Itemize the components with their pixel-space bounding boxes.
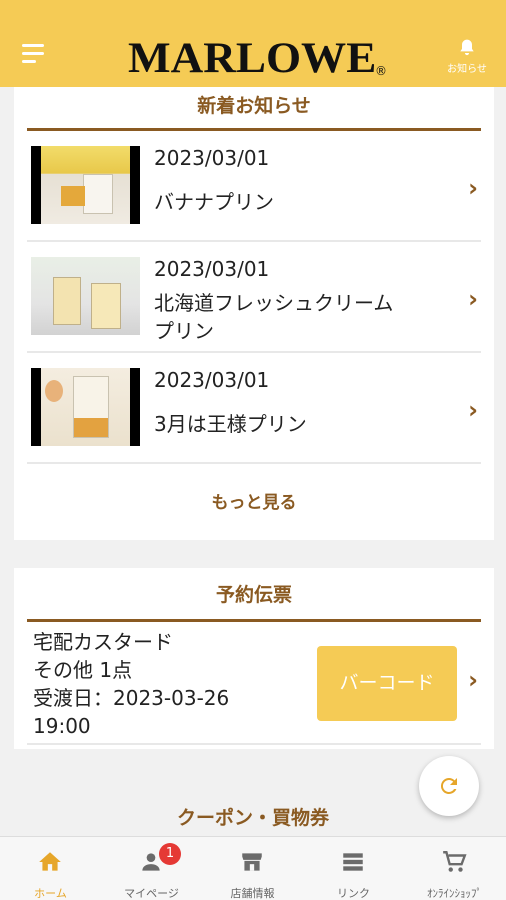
divider	[27, 240, 481, 242]
reservation-bottom-divider	[27, 743, 481, 745]
chevron-right-icon: ›	[468, 396, 478, 424]
news-title-line2: プリン	[154, 319, 214, 343]
reservation-card: 予約伝票 宅配カスタード その他 1点 受渡日：2023-03-26 19:00…	[14, 568, 494, 749]
news-item[interactable]: 2023/03/01 バナナプリン ›	[14, 132, 494, 242]
home-icon	[39, 852, 61, 871]
barcode-button[interactable]: バーコード	[317, 646, 457, 721]
notification-label: お知らせ	[447, 64, 487, 75]
news-thumbnail	[31, 257, 140, 335]
news-title: バナナプリン	[154, 190, 274, 214]
refresh-icon	[440, 778, 457, 794]
reservation-product: 宅配カスタード	[33, 630, 173, 654]
hamburger-line	[22, 52, 44, 55]
notification-badge: 1	[159, 843, 181, 865]
news-thumbnail	[31, 368, 140, 446]
news-item[interactable]: 2023/03/01 北海道フレッシュクリーム プリン ›	[14, 243, 494, 353]
hamburger-icon	[22, 44, 44, 47]
tab-label: リンク	[337, 887, 370, 900]
notification-button[interactable]: お知らせ	[447, 38, 487, 75]
news-item[interactable]: 2023/03/01 3月は王様プリン ›	[14, 354, 494, 464]
brand-logo: MARLOWE	[128, 35, 377, 82]
chevron-right-icon: ›	[468, 285, 478, 313]
news-date: 2023/03/01	[154, 257, 270, 281]
news-card: 新着お知らせ 2023/03/01 バナナプリン › 2023/03/01 北海…	[14, 87, 494, 540]
more-news-link[interactable]: もっと見る	[14, 488, 494, 513]
tab-links[interactable]: リンク	[303, 837, 404, 900]
tab-label: ホーム	[34, 887, 67, 900]
store-icon	[242, 853, 262, 871]
chevron-right-icon: ›	[468, 174, 478, 202]
divider	[27, 462, 481, 464]
list-icon	[343, 853, 363, 871]
news-section-title: 新着お知らせ	[197, 95, 311, 117]
news-date: 2023/03/01	[154, 146, 270, 170]
coupon-section-title: クーポン・買物券	[176, 807, 329, 829]
news-title: 3月は王様プリン	[154, 412, 307, 436]
bottom-tab-bar: ホーム 1 マイページ 店舗情報 リンク ｵﾝﾗｲﾝｼｮｯﾌﾟ	[0, 836, 506, 900]
news-title-rule	[27, 128, 481, 131]
cart-icon	[443, 851, 467, 872]
reservation-title-rule	[27, 619, 481, 622]
news-date: 2023/03/01	[154, 368, 270, 392]
tab-home[interactable]: ホーム	[0, 837, 101, 900]
tab-label: 店舗情報	[230, 887, 275, 900]
reservation-other: その他 1点	[33, 658, 133, 682]
registered-mark: ®	[375, 64, 387, 78]
news-thumbnail	[31, 146, 140, 224]
tab-online-shop[interactable]: ｵﾝﾗｲﾝｼｮｯﾌﾟ	[404, 837, 505, 900]
tab-label: ｵﾝﾗｲﾝｼｮｯﾌﾟ	[427, 887, 482, 900]
menu-button[interactable]	[22, 44, 46, 64]
tab-label: マイページ	[124, 887, 179, 900]
tab-store-info[interactable]: 店舗情報	[202, 837, 303, 900]
divider	[27, 351, 481, 353]
reservation-pickup-date: 受渡日：2023-03-26	[33, 686, 230, 710]
hamburger-line	[22, 60, 36, 63]
chevron-right-icon[interactable]: ›	[468, 666, 478, 694]
bell-icon	[460, 39, 474, 56]
reservation-pickup-time: 19:00	[33, 714, 91, 738]
tab-mypage[interactable]: 1 マイページ	[101, 837, 202, 900]
news-title: 北海道フレッシュクリーム	[154, 291, 394, 315]
reservation-section-title: 予約伝票	[215, 584, 292, 606]
app-header: MARLOWE ® お知らせ	[0, 0, 506, 87]
